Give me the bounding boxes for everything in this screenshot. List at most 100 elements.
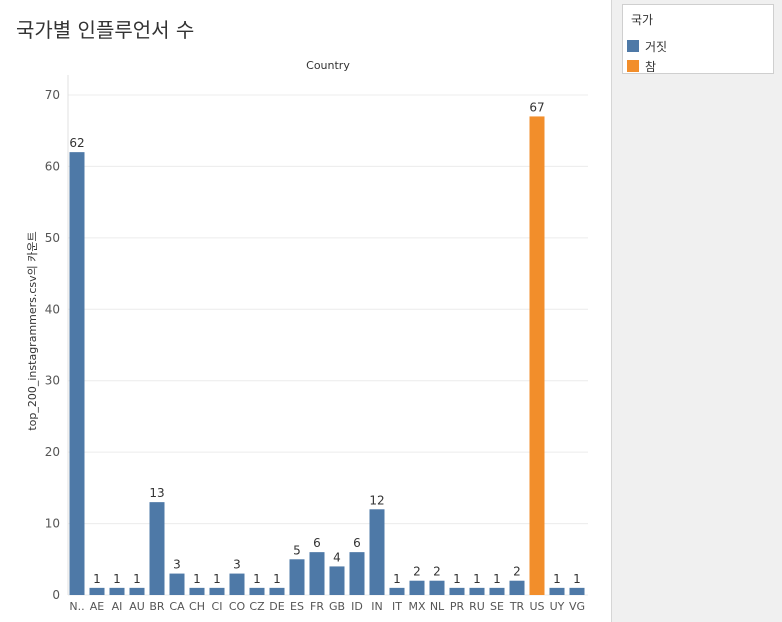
data-label: 5 bbox=[293, 543, 301, 557]
bar-chart: Country top_200_instagrammers.csv의 카운트 0… bbox=[26, 59, 588, 613]
data-label: 6 bbox=[353, 536, 361, 550]
bar-id[interactable] bbox=[349, 552, 365, 595]
data-label: 1 bbox=[473, 572, 481, 586]
bar-fr[interactable] bbox=[309, 552, 325, 595]
x-tick-label[interactable]: SE bbox=[490, 600, 504, 613]
y-tick-label: 30 bbox=[45, 374, 60, 388]
data-label: 3 bbox=[173, 558, 181, 572]
legend-label: 참 bbox=[645, 59, 657, 74]
data-label: 3 bbox=[233, 558, 241, 572]
bar-ca[interactable] bbox=[169, 573, 185, 595]
x-tick-label[interactable]: GB bbox=[329, 600, 345, 613]
x-tick-label[interactable]: AE bbox=[90, 600, 105, 613]
bar-ch[interactable] bbox=[189, 587, 205, 595]
y-tick-label: 60 bbox=[45, 159, 60, 173]
x-tick-label[interactable]: TR bbox=[509, 600, 525, 613]
data-label: 1 bbox=[193, 572, 201, 586]
data-label: 1 bbox=[273, 572, 281, 586]
x-tick-label[interactable]: CO bbox=[229, 600, 246, 613]
data-label: 4 bbox=[333, 550, 341, 564]
x-tick-label[interactable]: CZ bbox=[249, 600, 265, 613]
bar-ai[interactable] bbox=[109, 587, 125, 595]
y-tick-label: 0 bbox=[52, 588, 60, 602]
bar-se[interactable] bbox=[489, 587, 505, 595]
data-label: 1 bbox=[253, 572, 261, 586]
data-labels: 621 1 11331 131 156461212 21 1 12671 1 bbox=[69, 100, 580, 585]
bar-de[interactable] bbox=[269, 587, 285, 595]
x-tick-label[interactable]: DE bbox=[269, 600, 284, 613]
bar-pr[interactable] bbox=[449, 587, 465, 595]
x-tick-label[interactable]: NL bbox=[430, 600, 445, 613]
x-tick-label[interactable]: AI bbox=[112, 600, 123, 613]
side-panel bbox=[612, 0, 782, 622]
bar-nl[interactable] bbox=[429, 580, 445, 595]
legend-swatch bbox=[627, 60, 639, 72]
legend-title: 국가 bbox=[631, 13, 654, 27]
bar-it[interactable] bbox=[389, 587, 405, 595]
bar-ru[interactable] bbox=[469, 587, 485, 595]
x-tick-label[interactable]: RU bbox=[469, 600, 485, 613]
data-label: 2 bbox=[413, 565, 421, 579]
y-tick-label: 50 bbox=[45, 231, 60, 245]
x-tick-label[interactable]: CA bbox=[169, 600, 185, 613]
x-tick-label[interactable]: PR bbox=[450, 600, 465, 613]
legend: 국가 거짓 참 bbox=[622, 4, 774, 74]
bar-tr[interactable] bbox=[509, 580, 525, 595]
bar-au[interactable] bbox=[129, 587, 145, 595]
bar-us[interactable] bbox=[529, 116, 545, 595]
bar-in[interactable] bbox=[369, 509, 385, 595]
bar-uy[interactable] bbox=[549, 587, 565, 595]
data-label: 1 bbox=[93, 572, 101, 586]
data-label: 1 bbox=[573, 572, 581, 586]
data-label: 1 bbox=[113, 572, 121, 586]
bar-gb[interactable] bbox=[329, 566, 345, 595]
y-axis-label: top_200_instagrammers.csv의 카운트 bbox=[26, 231, 39, 430]
data-label: 6 bbox=[313, 536, 321, 550]
legend-label: 거짓 bbox=[645, 39, 668, 54]
gridlines bbox=[67, 75, 588, 596]
bar-ae[interactable] bbox=[89, 587, 105, 595]
x-axis-ticks: N.. AE AI AU BR CA CH CI CO CZ DE ES FR GB ID IN IT MX NL P… bbox=[69, 600, 585, 613]
x-tick-label[interactable]: CH bbox=[189, 600, 205, 613]
x-tick-label[interactable]: UY bbox=[550, 600, 565, 613]
legend-swatch bbox=[627, 40, 639, 52]
y-tick-label: 20 bbox=[45, 445, 60, 459]
data-label: 13 bbox=[149, 486, 164, 500]
x-tick-label[interactable]: BR bbox=[149, 600, 165, 613]
data-label: 62 bbox=[69, 136, 84, 150]
chart-header: Country bbox=[306, 59, 350, 72]
bar-ci[interactable] bbox=[209, 587, 225, 595]
data-label: 2 bbox=[513, 565, 521, 579]
legend-item-false[interactable]: 거짓 bbox=[627, 38, 667, 54]
x-tick-label[interactable]: AU bbox=[129, 600, 145, 613]
data-label: 2 bbox=[433, 565, 441, 579]
bar-co[interactable] bbox=[229, 573, 245, 595]
y-tick-label: 70 bbox=[45, 88, 60, 102]
x-tick-label[interactable]: CI bbox=[212, 600, 223, 613]
x-tick-label[interactable]: N.. bbox=[69, 600, 84, 613]
x-tick-label[interactable]: MX bbox=[408, 600, 425, 613]
data-label: 1 bbox=[493, 572, 501, 586]
legend-item-true[interactable]: 참 bbox=[627, 58, 656, 74]
data-label: 1 bbox=[393, 572, 401, 586]
x-tick-label[interactable]: FR bbox=[310, 600, 324, 613]
bar-cz[interactable] bbox=[249, 587, 265, 595]
x-tick-label[interactable]: ID bbox=[351, 600, 363, 613]
x-tick-label[interactable]: VG bbox=[569, 600, 585, 613]
data-label: 1 bbox=[213, 572, 221, 586]
y-tick-label: 10 bbox=[45, 517, 60, 531]
bar-n[interactable] bbox=[69, 152, 85, 595]
data-label: 1 bbox=[453, 572, 461, 586]
x-tick-label[interactable]: IT bbox=[392, 600, 402, 613]
x-tick-label[interactable]: US bbox=[529, 600, 544, 613]
bar-br[interactable] bbox=[149, 502, 165, 595]
y-axis-ticks: 0 10 20 30 40 50 60 70 bbox=[45, 88, 60, 602]
x-tick-label[interactable]: ES bbox=[290, 600, 304, 613]
x-tick-label[interactable]: IN bbox=[371, 600, 382, 613]
data-label: 1 bbox=[133, 572, 141, 586]
worksheet: 국가별 인플루언서 수 Country top_200_instagrammer… bbox=[0, 0, 612, 622]
data-label: 67 bbox=[529, 100, 544, 114]
bar-es[interactable] bbox=[289, 559, 305, 595]
bar-mx[interactable] bbox=[409, 580, 425, 595]
bar-vg[interactable] bbox=[569, 587, 585, 595]
